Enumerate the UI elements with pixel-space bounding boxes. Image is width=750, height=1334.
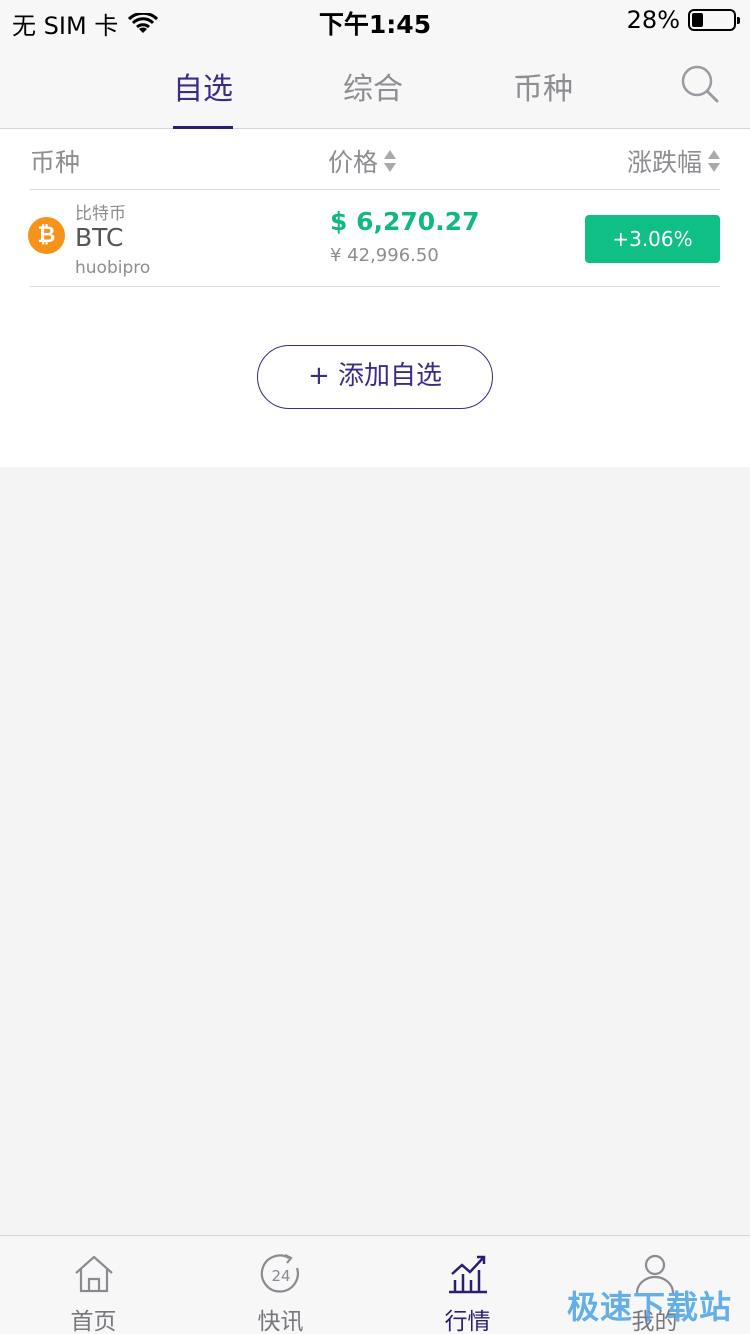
price-usd: $ 6,270.27 xyxy=(330,207,480,236)
watermark-text: 极速下载站 xyxy=(566,1288,732,1326)
tab-label: 自选 xyxy=(173,72,233,107)
header-change-label: 涨跌幅 xyxy=(626,148,702,177)
header-coin-label: 币种 xyxy=(30,148,81,177)
market-chart-icon xyxy=(448,1255,487,1294)
add-watchlist-button[interactable]: + 添加自选 xyxy=(257,345,493,409)
status-bar: 无 SIM 卡 下午1:45 28% xyxy=(0,0,750,40)
header-price-sort[interactable]: 价格 xyxy=(328,143,397,179)
coin-exchange: huobipro xyxy=(75,258,151,278)
header-coin: 币种 xyxy=(30,143,80,179)
bitcoin-icon: ₿ xyxy=(28,217,65,254)
battery-fill xyxy=(692,13,703,27)
table-row[interactable]: ₿ 比特币 BTC huobipro $ 6,270.27 ¥ 42,996.5… xyxy=(0,190,750,286)
coin-name-cn: 比特币 xyxy=(75,204,126,224)
app-screen: 无 SIM 卡 下午1:45 28% 自选 综合 币种 币种 价格 涨跌幅 ₿ … xyxy=(0,0,750,1334)
header-price-label: 价格 xyxy=(328,148,379,177)
tab-label: 币种 xyxy=(513,72,573,107)
tab-overview[interactable]: 综合 xyxy=(343,64,403,129)
tab-label: 综合 xyxy=(343,72,403,107)
battery-icon xyxy=(688,9,740,31)
status-right: 28% xyxy=(626,6,740,34)
search-icon[interactable] xyxy=(680,64,720,104)
nav-label: 快讯 xyxy=(257,1309,304,1334)
news-badge-text: 24 xyxy=(271,1267,290,1285)
top-tab-bar: 自选 综合 币种 xyxy=(0,40,750,129)
column-header: 币种 价格 涨跌幅 xyxy=(0,129,750,190)
price-cny: ¥ 42,996.50 xyxy=(330,245,439,266)
nav-item-home[interactable]: 首页 xyxy=(0,1236,187,1334)
nav-label: 首页 xyxy=(70,1309,117,1334)
nav-label: 行情 xyxy=(444,1309,491,1334)
sort-icon xyxy=(384,150,397,172)
coin-symbol: BTC xyxy=(75,223,124,252)
header-change-sort[interactable]: 涨跌幅 xyxy=(627,143,720,179)
home-icon xyxy=(74,1255,113,1293)
battery-percent: 28% xyxy=(626,6,680,34)
nav-item-news[interactable]: 24 快讯 xyxy=(187,1236,374,1334)
change-badge: +3.06% xyxy=(585,215,720,263)
watchlist: 币种 价格 涨跌幅 ₿ 比特币 BTC huobipro $ 6,270.27 … xyxy=(0,129,750,467)
news-24-icon: 24 xyxy=(260,1254,299,1293)
sort-icon xyxy=(708,150,720,172)
divider xyxy=(30,286,720,287)
nav-item-market[interactable]: 行情 xyxy=(374,1236,561,1334)
tab-watchlist[interactable]: 自选 xyxy=(173,64,233,129)
tab-coins[interactable]: 币种 xyxy=(513,64,573,129)
